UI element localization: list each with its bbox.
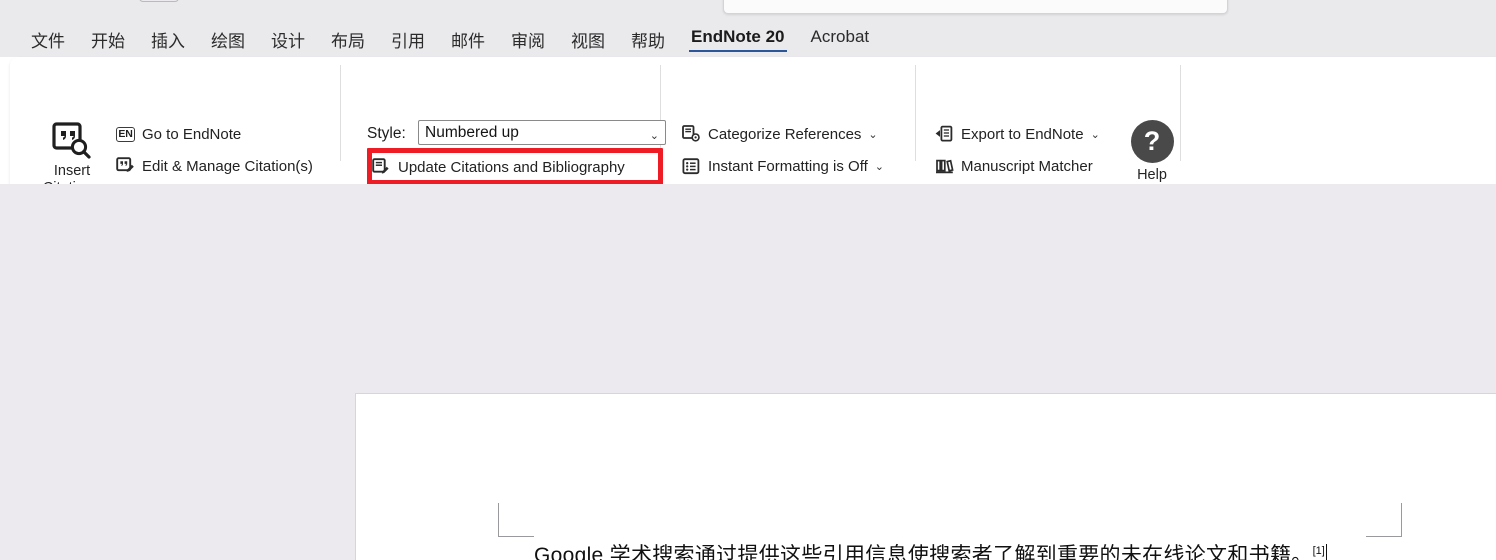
help-icon: ? xyxy=(1130,120,1174,163)
style-dropdown-value: Numbered up xyxy=(425,124,519,141)
tab-label: EndNote 20 xyxy=(691,27,785,46)
chevron-down-icon[interactable]: ⌄ xyxy=(875,160,884,173)
manuscript-matcher-label: Manuscript Matcher xyxy=(961,157,1093,175)
paragraph-text: Google 学术搜索通过提供这些引用信息使搜索者了解到重要的未在线论文和书籍。 xyxy=(534,544,1313,560)
insert-citation-label-line1: Insert xyxy=(53,163,91,179)
export-to-endnote-icon xyxy=(935,125,954,144)
export-to-endnote-label: Export to EndNote xyxy=(961,125,1084,143)
tab-mailings[interactable]: 邮件 xyxy=(438,20,498,57)
ribbon-tab-bar: 文件 开始 插入 绘图 设计 布局 引用 邮件 审阅 视图 帮助 EndNote… xyxy=(0,20,1496,57)
style-dropdown[interactable]: Numbered up ⌄ xyxy=(418,120,666,145)
tab-label: 邮件 xyxy=(451,32,485,51)
group-separator xyxy=(915,65,916,161)
margin-marker-left xyxy=(498,503,534,537)
tab-draw[interactable]: 绘图 xyxy=(198,20,258,57)
update-citations-and-bibliography-button[interactable]: Update Citations and Bibliography xyxy=(372,154,625,180)
update-citations-and-bibliography-label: Update Citations and Bibliography xyxy=(398,158,625,176)
chevron-down-icon[interactable]: ⌄ xyxy=(650,125,659,148)
export-to-endnote-button[interactable]: Export to EndNote ⌄ xyxy=(935,121,1100,147)
tab-label: 审阅 xyxy=(511,32,545,51)
tab-file[interactable]: 文件 xyxy=(18,20,78,57)
help-label: Help xyxy=(1137,167,1167,183)
insert-citation-icon xyxy=(52,122,92,160)
tab-layout[interactable]: 布局 xyxy=(318,20,378,57)
tab-references[interactable]: 引用 xyxy=(378,20,438,57)
manuscript-matcher-icon xyxy=(935,157,954,176)
tab-label: 引用 xyxy=(391,32,425,51)
categorize-references-label: Categorize References xyxy=(708,125,862,143)
tab-view[interactable]: 视图 xyxy=(558,20,618,57)
tab-label: 开始 xyxy=(91,32,125,51)
update-bibliography-icon xyxy=(372,157,391,177)
tab-label: Acrobat xyxy=(810,27,870,46)
tab-label: 设计 xyxy=(271,32,305,51)
tab-home[interactable]: 开始 xyxy=(78,20,138,57)
instant-formatting-button[interactable]: Instant Formatting is Off ⌄ xyxy=(682,153,884,179)
tab-endnote-20[interactable]: EndNote 20 xyxy=(678,20,798,57)
chevron-down-icon[interactable]: ⌄ xyxy=(868,128,877,141)
margin-marker-right xyxy=(1366,503,1402,537)
tab-acrobat[interactable]: Acrobat xyxy=(798,20,883,57)
style-label: Style: xyxy=(367,125,406,142)
group-separator xyxy=(660,65,661,161)
tab-review[interactable]: 审阅 xyxy=(498,20,558,57)
group-separator xyxy=(340,65,341,161)
endnote-badge-icon: EN xyxy=(116,125,135,144)
edit-and-manage-citations-button[interactable]: Edit & Manage Citation(s) xyxy=(116,153,313,179)
document-paragraph: Google 学术搜索通过提供这些引用信息使搜索者了解到重要的未在线论文和书籍。… xyxy=(534,539,1328,560)
tab-label: 帮助 xyxy=(631,32,665,51)
citation-superscript[interactable]: [1] xyxy=(1313,545,1325,557)
tab-design[interactable]: 设计 xyxy=(258,20,318,57)
categorize-references-icon xyxy=(682,124,701,144)
edit-citation-icon xyxy=(116,156,135,176)
tab-label: 绘图 xyxy=(211,32,245,51)
text-cursor xyxy=(1325,544,1328,560)
chevron-down-icon[interactable]: ⌄ xyxy=(1091,128,1100,141)
document-workspace: Google 学术搜索通过提供这些引用信息使搜索者了解到重要的未在线论文和书籍。… xyxy=(0,184,1496,560)
document-page[interactable]: Google 学术搜索通过提供这些引用信息使搜索者了解到重要的未在线论文和书籍。… xyxy=(355,393,1496,560)
tab-label: 布局 xyxy=(331,32,365,51)
tab-label: 插入 xyxy=(151,32,185,51)
tab-label: 视图 xyxy=(571,32,605,51)
search-box-stub[interactable] xyxy=(723,0,1228,14)
go-to-endnote-button[interactable]: EN Go to EndNote xyxy=(116,121,241,147)
word-application-window: 文件 开始 插入 绘图 设计 布局 引用 邮件 审阅 视图 帮助 EndNote… xyxy=(0,0,1496,560)
endnote-ribbon: Insert Citation⌄ EN Go to EndNote E xyxy=(10,57,1496,233)
tab-help[interactable]: 帮助 xyxy=(618,20,678,57)
quick-access-toolbar-stub[interactable] xyxy=(139,0,179,2)
edit-and-manage-citations-label: Edit & Manage Citation(s) xyxy=(142,157,313,175)
tab-insert[interactable]: 插入 xyxy=(138,20,198,57)
tab-label: 文件 xyxy=(31,32,65,51)
title-bar-strip xyxy=(0,0,1496,20)
manuscript-matcher-button[interactable]: Manuscript Matcher xyxy=(935,153,1093,179)
instant-formatting-icon xyxy=(682,157,701,176)
categorize-references-button[interactable]: Categorize References ⌄ xyxy=(682,121,878,147)
instant-formatting-label: Instant Formatting is Off xyxy=(708,157,868,175)
go-to-endnote-label: Go to EndNote xyxy=(142,125,242,143)
